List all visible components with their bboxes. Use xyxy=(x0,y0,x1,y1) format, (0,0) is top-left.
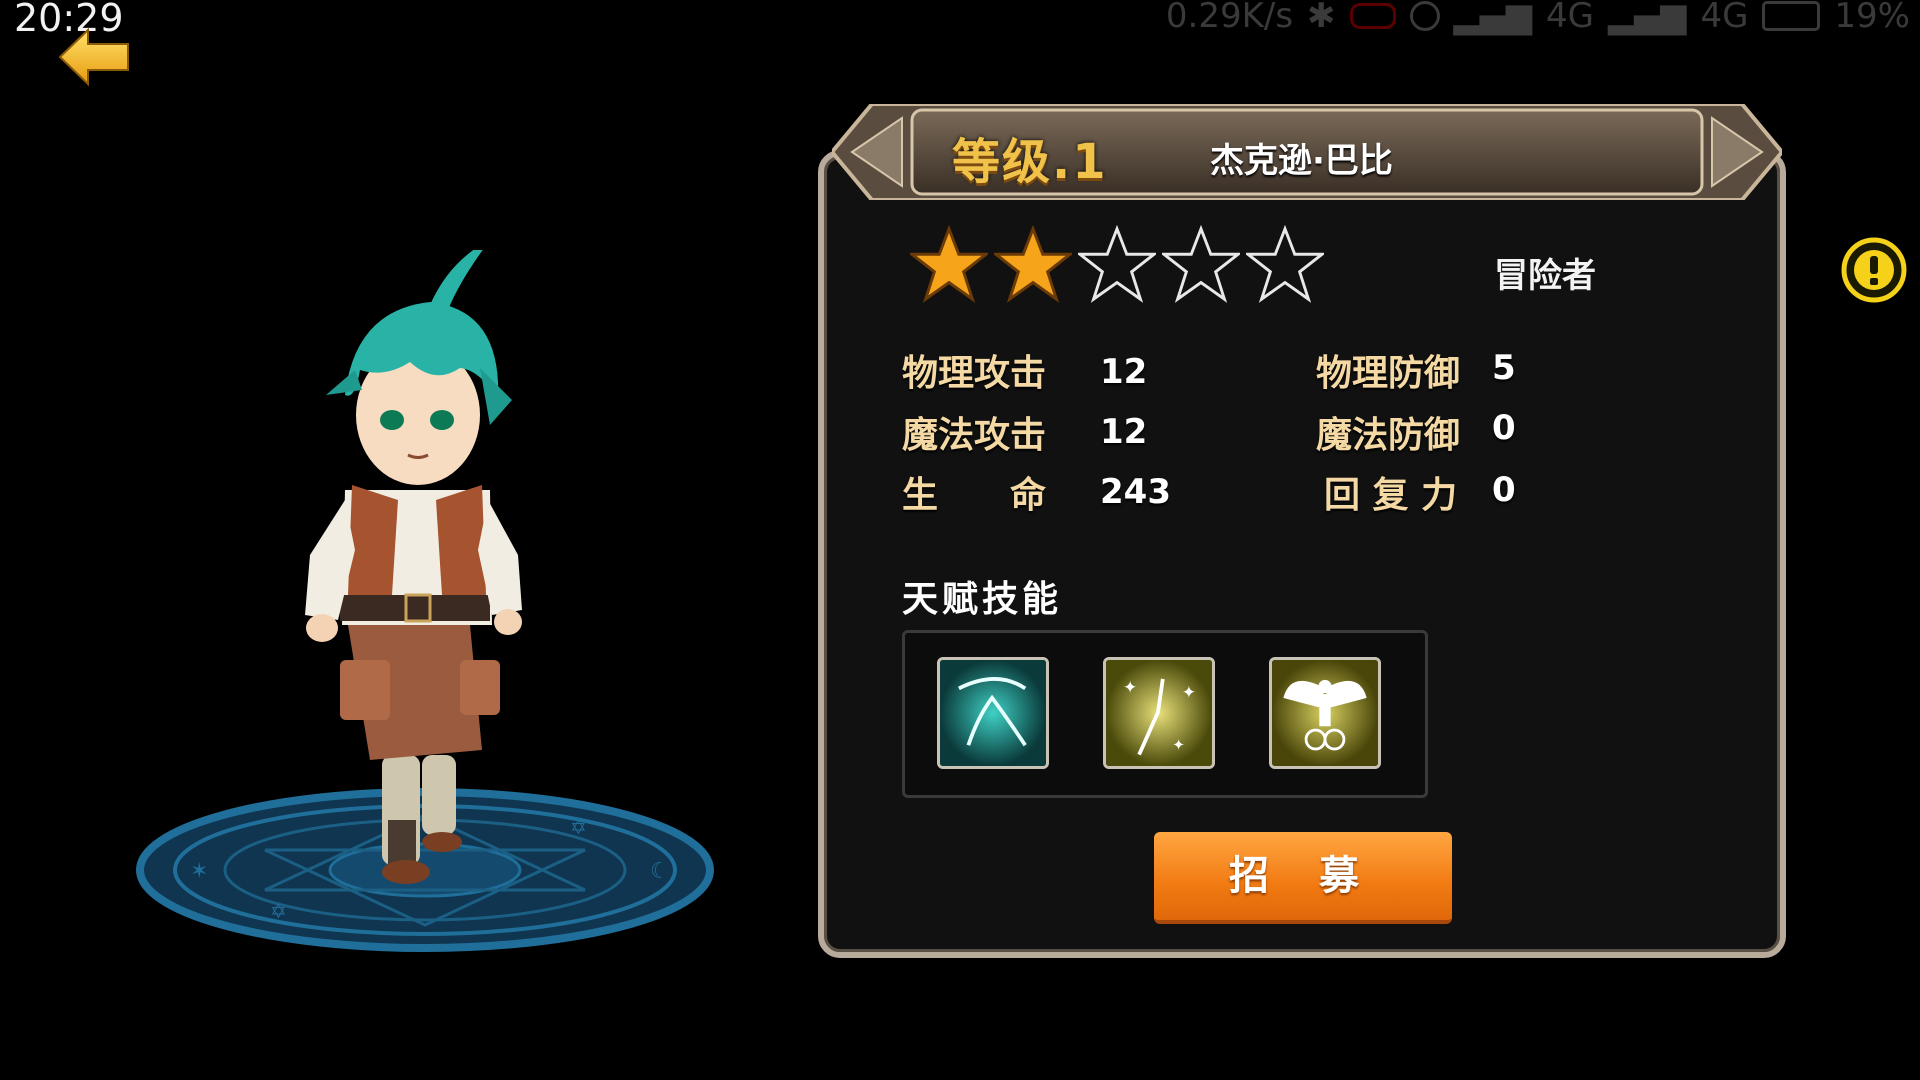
svg-text:✡: ✡ xyxy=(270,899,287,923)
star-strike-skill-icon[interactable]: ✦ ✦ ✦ xyxy=(1103,657,1215,769)
stat-label-physical-attack: 物理攻击 xyxy=(902,353,1047,394)
star-filled-icon xyxy=(994,225,1072,303)
signal-icon-2: ▂▄▆ xyxy=(1607,0,1687,36)
stat-value-magic-attack: 12 xyxy=(1100,412,1148,452)
signal-icon: ▂▄▆ xyxy=(1453,0,1532,36)
star-rating xyxy=(910,225,1324,303)
network-2: 4G xyxy=(1700,0,1749,36)
recruit-button[interactable]: 招 募 xyxy=(1154,832,1452,924)
star-filled-icon xyxy=(910,225,988,303)
network-1: 4G xyxy=(1546,0,1594,36)
info-icon[interactable] xyxy=(1840,236,1908,304)
stat-value-physical-attack: 12 xyxy=(1100,352,1148,392)
stat-value-hp: 243 xyxy=(1100,472,1171,512)
hero-character-figure: ☾ ✶ ✡ ✡ xyxy=(136,250,714,952)
stat-label-recovery: 回 复 力 xyxy=(1324,475,1458,516)
hero-class: 冒险者 xyxy=(1494,256,1596,296)
battery-icon xyxy=(1762,1,1821,31)
stat-value-magic-defense: 0 xyxy=(1492,408,1516,448)
stat-value-physical-defense: 5 xyxy=(1492,348,1516,388)
hero-level: 等级.1 xyxy=(952,134,1108,190)
star-empty-icon xyxy=(1078,225,1156,303)
svg-text:✦: ✦ xyxy=(1182,683,1196,703)
bluetooth-icon: ✱ xyxy=(1307,0,1336,36)
stat-label-hp: 生 命 xyxy=(902,475,1047,516)
star-empty-icon xyxy=(1246,225,1324,303)
stat-label-physical-defense: 物理防御 xyxy=(1316,353,1461,394)
wind-slash-skill-icon[interactable] xyxy=(937,657,1049,769)
alarm-icon xyxy=(1409,1,1440,31)
svg-text:✦: ✦ xyxy=(1172,736,1185,754)
hero-name: 杰克逊·巴比 xyxy=(1210,141,1393,181)
svg-text:✦: ✦ xyxy=(1123,678,1137,698)
talent-skills-box: ✦ ✦ ✦ xyxy=(902,630,1428,798)
back-arrow-icon[interactable] xyxy=(58,26,130,88)
record-icon xyxy=(1349,3,1396,29)
status-indicators: 0.29K/s ✱ ▂▄▆ 4G ▂▄▆ 4G 19% xyxy=(1166,0,1910,36)
stat-label-magic-attack: 魔法攻击 xyxy=(902,415,1047,456)
stat-label-magic-defense: 魔法防御 xyxy=(1316,415,1461,456)
svg-text:✡: ✡ xyxy=(570,815,587,839)
net-speed: 0.29K/s xyxy=(1165,0,1294,36)
svg-text:☾: ☾ xyxy=(650,859,670,884)
stat-value-recovery: 0 xyxy=(1492,470,1516,510)
angel-wing-skill-icon[interactable] xyxy=(1269,657,1381,769)
star-empty-icon xyxy=(1162,225,1240,303)
talent-title: 天赋技能 xyxy=(902,579,1063,620)
battery-percent: 19% xyxy=(1834,0,1910,36)
svg-text:✶: ✶ xyxy=(190,859,208,884)
